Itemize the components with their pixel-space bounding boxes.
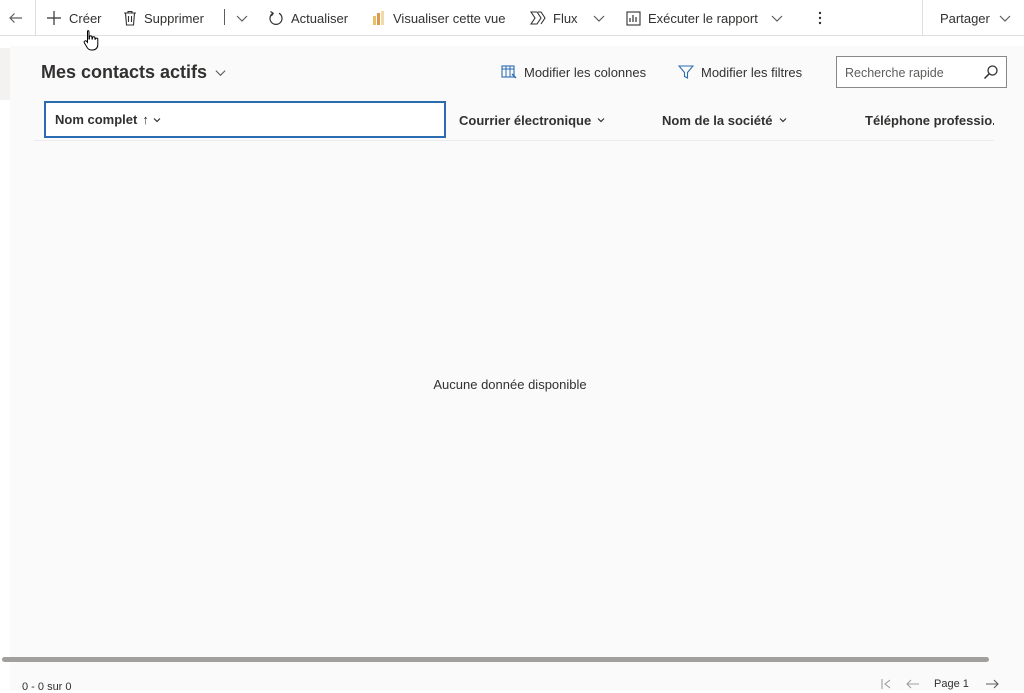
refresh-button[interactable]: Actualiser <box>268 0 348 36</box>
view-panel <box>10 46 1024 690</box>
trash-icon <box>124 10 136 26</box>
column-header-email[interactable]: Courrier électronique <box>459 100 629 140</box>
refresh-button-label: Actualiser <box>291 10 349 26</box>
edit-filters-label: Modifier les filtres <box>701 64 803 80</box>
chevron-down-icon <box>771 15 783 22</box>
search-icon[interactable] <box>983 64 999 80</box>
more-delete-options-button[interactable] <box>235 0 249 36</box>
previous-page-icon[interactable] <box>906 678 920 690</box>
column-header-label: Nom de la société <box>662 112 773 128</box>
edit-filters-button[interactable]: Modifier les filtres <box>678 64 802 80</box>
grid-header: Nom complet ↑ Courrier électronique Nom … <box>34 100 994 141</box>
more-vertical-icon <box>818 11 822 25</box>
flow-icon <box>530 11 546 25</box>
share-button-label: Partager <box>940 10 990 26</box>
toolbar-pipe <box>224 9 225 25</box>
run-report-label: Exécuter le rapport <box>648 10 758 26</box>
horizontal-scrollbar-thumb[interactable] <box>2 657 989 662</box>
page-number: Page 1 <box>934 678 969 690</box>
command-bar: Créer Supprimer Actualiser Visualiser ce… <box>0 0 1024 36</box>
chevron-down-icon <box>999 15 1011 22</box>
column-header-full-name[interactable]: Nom complet ↑ <box>44 101 446 138</box>
chevron-down-icon <box>236 15 248 22</box>
chevron-down-icon <box>779 118 786 123</box>
edit-columns-label: Modifier les colonnes <box>524 64 647 80</box>
column-header-business-phone[interactable]: Téléphone professio.. <box>865 100 994 140</box>
next-page-icon[interactable] <box>985 678 999 690</box>
create-button-label: Créer <box>69 10 102 26</box>
share-button[interactable]: Partager <box>940 0 1012 36</box>
run-report-button[interactable]: Exécuter le rapport <box>626 0 784 36</box>
plus-icon <box>47 11 61 25</box>
back-button[interactable] <box>8 0 24 36</box>
refresh-icon <box>269 11 283 25</box>
first-page-icon[interactable] <box>880 678 892 690</box>
chevron-down-icon <box>153 117 161 122</box>
visualize-view-label: Visualiser cette vue <box>393 10 506 26</box>
chevron-down-icon <box>215 70 226 77</box>
delete-button[interactable]: Supprimer <box>123 0 204 36</box>
column-header-company-name[interactable]: Nom de la société <box>662 100 812 140</box>
left-edge-panel <box>0 48 10 100</box>
quick-search-box <box>836 56 1007 88</box>
quick-search-input[interactable] <box>843 63 982 83</box>
filter-icon <box>678 65 694 79</box>
pagination: Page 1 <box>880 678 999 690</box>
column-header-label: Téléphone professio.. <box>865 112 994 128</box>
record-count: 0 - 0 sur 0 <box>22 681 72 693</box>
back-arrow-icon <box>9 13 22 23</box>
chevron-down-icon <box>593 15 604 22</box>
column-header-label: Nom complet <box>55 112 138 127</box>
chevron-down-icon <box>597 118 605 123</box>
view-title: Mes contacts actifs <box>41 62 208 82</box>
sort-ascending-icon: ↑ <box>142 112 149 127</box>
toolbar-divider <box>922 0 923 36</box>
chart-visualize-icon <box>373 11 384 25</box>
edit-columns-icon <box>501 65 517 79</box>
toolbar-divider <box>35 0 36 36</box>
flow-button-label: Flux <box>553 10 578 26</box>
hand-cursor-icon <box>83 30 99 51</box>
view-selector[interactable]: Mes contacts actifs <box>41 62 227 83</box>
delete-button-label: Supprimer <box>144 10 204 26</box>
more-commands-button[interactable] <box>814 0 826 36</box>
flow-button[interactable]: Flux <box>530 0 606 36</box>
visualize-view-button[interactable]: Visualiser cette vue <box>372 0 506 36</box>
report-icon <box>626 10 641 26</box>
empty-grid-message: Aucune donnée disponible <box>433 377 587 392</box>
edit-columns-button[interactable]: Modifier les colonnes <box>501 64 646 80</box>
column-header-label: Courrier électronique <box>459 112 592 128</box>
